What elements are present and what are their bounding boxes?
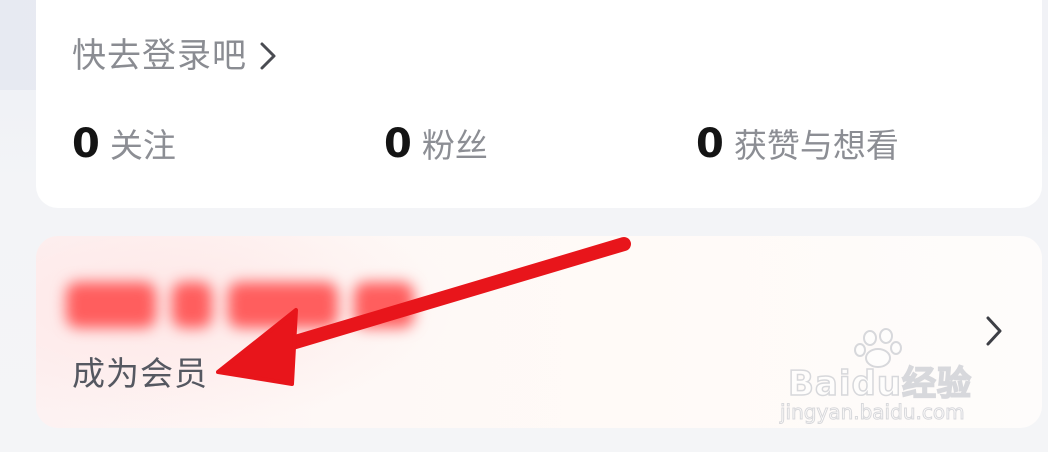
profile-card [36,0,1042,208]
login-prompt-text: 快去登录吧 [72,36,247,76]
stat-likes-count: 0 [696,121,724,167]
stat-followers[interactable]: 0 粉丝 [384,118,488,172]
chevron-right-icon [255,39,281,73]
profile-stats: 0 关注 0 粉丝 0 获赞与想看 [72,118,972,174]
login-link[interactable]: 快去登录吧 [72,34,281,78]
chevron-right-icon [982,314,1006,348]
stat-likes[interactable]: 0 获赞与想看 [696,118,899,172]
profile-page: 快去登录吧 0 关注 0 粉丝 0 获赞与想看 成为会员 Baidu经验 jin… [0,0,1048,452]
vip-subtitle: 成为会员 [72,354,208,393]
stat-following-count: 0 [72,121,100,167]
stat-followers-label: 粉丝 [421,126,488,165]
vip-blurred-title [66,276,456,334]
stat-likes-label: 获赞与想看 [733,126,899,165]
vip-membership-card[interactable]: 成为会员 [36,236,1042,428]
stat-following-label: 关注 [109,126,176,165]
stat-followers-count: 0 [384,121,412,167]
stat-following[interactable]: 0 关注 [72,118,176,172]
